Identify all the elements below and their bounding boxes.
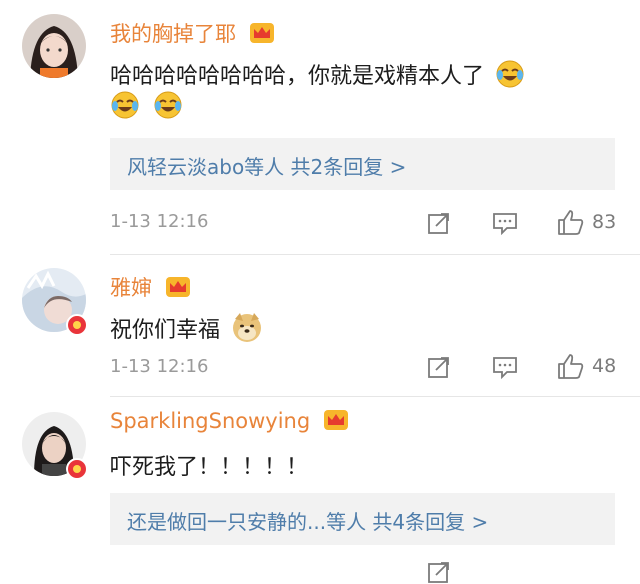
username[interactable]: 我的胸掉了耶 bbox=[110, 22, 236, 46]
comment-text-row: 哈哈哈哈哈哈哈哈，你就是戏精本人了 bbox=[110, 58, 525, 90]
divider bbox=[110, 254, 640, 255]
like-count: 48 bbox=[592, 355, 617, 377]
avatar[interactable] bbox=[22, 14, 86, 78]
comment-icon[interactable] bbox=[492, 355, 518, 379]
verified-badge-icon bbox=[66, 314, 88, 336]
crown-badge-icon bbox=[323, 410, 348, 430]
username[interactable]: SparklingSnowying bbox=[110, 409, 310, 433]
share-icon[interactable] bbox=[427, 560, 451, 584]
comment-text: 哈哈哈哈哈哈哈哈，你就是戏精本人了 bbox=[110, 64, 485, 89]
emoji-row bbox=[110, 90, 183, 120]
reply-summary-link[interactable]: 风轻云淡abo等人 共2条回复 > bbox=[127, 151, 406, 180]
avatar-photo bbox=[22, 14, 86, 78]
username[interactable]: 雅婶 bbox=[110, 276, 152, 300]
comment-time: 1-13 12:16 bbox=[110, 211, 209, 232]
crown-badge-icon bbox=[165, 277, 190, 297]
comment-time: 1-13 12:16 bbox=[110, 356, 209, 377]
verified-badge-icon bbox=[66, 458, 88, 480]
laugh-cry-emoji bbox=[496, 60, 524, 88]
username-link[interactable]: SparklingSnowying bbox=[110, 409, 349, 433]
laugh-cry-emoji bbox=[111, 91, 139, 119]
laugh-cry-emoji bbox=[154, 91, 182, 119]
divider bbox=[110, 396, 640, 397]
comment-text: 吓死我了！！！！！ bbox=[110, 455, 309, 480]
thumbs-up-icon[interactable] bbox=[557, 208, 585, 236]
doge-emoji bbox=[233, 313, 262, 342]
reply-summary-link[interactable]: 还是做回一只安静的...等人 共4条回复 > bbox=[127, 506, 488, 535]
comment-text-row: 祝你们幸福 bbox=[110, 311, 263, 344]
reply-summary-box[interactable]: 还是做回一只安静的...等人 共4条回复 > bbox=[110, 493, 615, 545]
thumbs-up-icon[interactable] bbox=[557, 352, 585, 380]
reply-summary-box[interactable]: 风轻云淡abo等人 共2条回复 > bbox=[110, 138, 615, 190]
username-link[interactable]: 雅婶 bbox=[110, 272, 191, 302]
share-icon[interactable] bbox=[427, 355, 451, 379]
share-icon[interactable] bbox=[427, 211, 451, 235]
crown-badge-icon bbox=[249, 23, 274, 43]
comment-icon[interactable] bbox=[492, 211, 518, 235]
comment-text: 祝你们幸福 bbox=[110, 318, 221, 343]
like-count: 83 bbox=[592, 211, 617, 233]
username-link[interactable]: 我的胸掉了耶 bbox=[110, 18, 275, 48]
